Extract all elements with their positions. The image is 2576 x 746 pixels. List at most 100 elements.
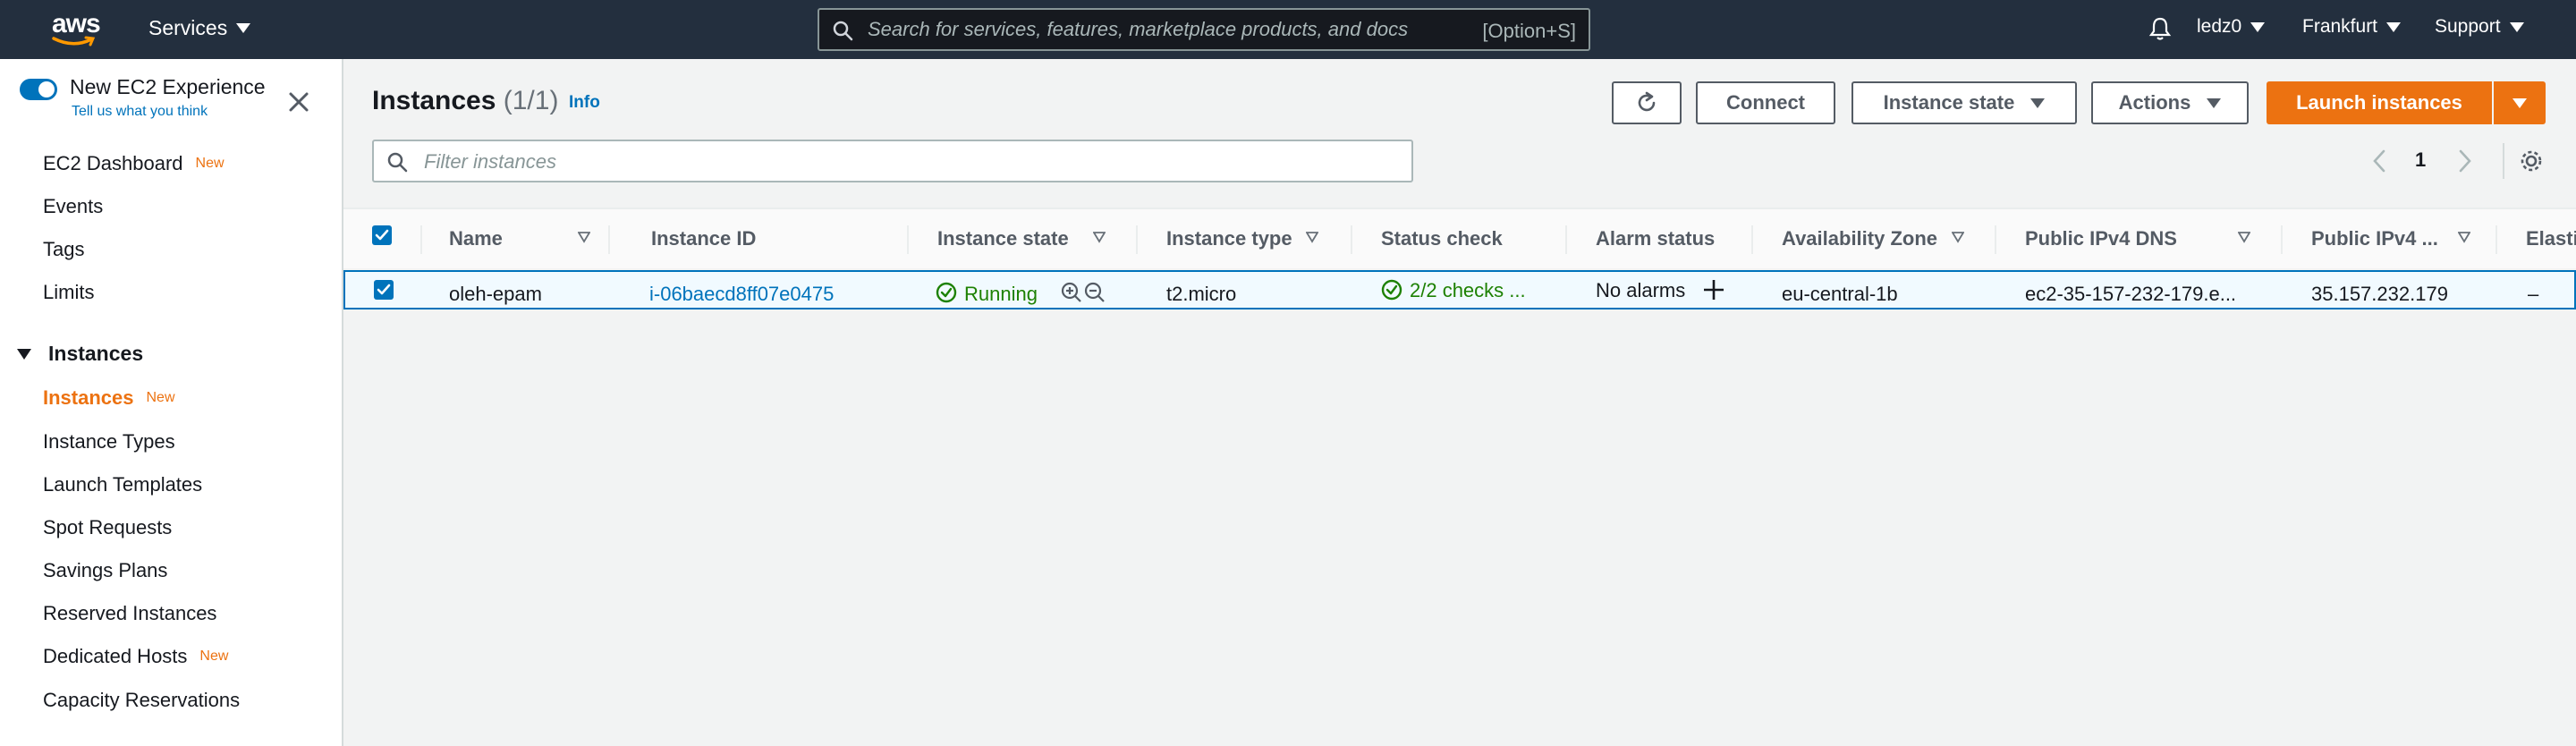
aws-logo-text: aws (52, 9, 101, 38)
column-header-instance-id[interactable]: Instance ID (651, 227, 756, 250)
sort-icon[interactable] (1093, 231, 1106, 243)
user-label: ledz0 (2197, 16, 2242, 37)
instances-table: Name Instance ID Instance state Instance… (343, 208, 2576, 746)
close-icon[interactable] (288, 91, 309, 113)
cell-availability-zone: eu-central-1b (1782, 283, 1898, 305)
check-circle-icon (1381, 279, 1402, 301)
new-badge: New (199, 649, 229, 664)
cell-elastic-ip: – (2528, 283, 2539, 305)
row-checkbox[interactable] (374, 280, 394, 300)
cell-status-check[interactable]: 2/2 checks ... (1410, 279, 1526, 302)
sort-icon[interactable] (1306, 231, 1318, 243)
refresh-button[interactable] (1612, 81, 1682, 124)
zoom-in-icon[interactable] (1061, 282, 1082, 303)
sidebar-item-launch-templates[interactable]: Launch Templates (43, 473, 202, 496)
support-label: Support (2435, 16, 2501, 37)
filter-instances-input[interactable] (422, 148, 1388, 176)
chevron-left-icon[interactable] (2370, 148, 2388, 174)
actions-button[interactable]: Actions (2091, 81, 2249, 124)
sidebar-item-label: Instances (43, 386, 134, 409)
page-number[interactable]: 1 (2415, 148, 2426, 172)
gear-icon[interactable] (2519, 148, 2544, 174)
new-experience-toggle[interactable] (20, 79, 57, 100)
cell-public-dns[interactable]: ec2-35-157-232-179.e... (2025, 283, 2236, 306)
region-menu[interactable]: Frankfurt (2302, 16, 2402, 38)
sort-icon[interactable] (2458, 231, 2470, 243)
cell-name[interactable]: oleh-epam (449, 283, 542, 306)
search-shortcut: [Option+S] (1482, 20, 1576, 42)
services-menu[interactable]: Services (148, 16, 251, 40)
column-header-name[interactable]: Name (449, 227, 503, 250)
sidebar-item-limits[interactable]: Limits (43, 281, 94, 304)
sidebar-item-instance-types[interactable]: Instance Types (43, 430, 175, 454)
sidebar-item-ec2-dashboard[interactable]: EC2 Dashboard New (43, 152, 225, 175)
column-header-instance-type[interactable]: Instance type (1166, 227, 1292, 250)
sort-icon[interactable] (578, 231, 590, 243)
caret-down-icon (2207, 97, 2222, 108)
sidebar-item-spot-requests[interactable]: Spot Requests (43, 516, 172, 539)
launch-instances-dropdown[interactable] (2494, 81, 2546, 124)
connect-button[interactable]: Connect (1696, 81, 1835, 124)
cell-instance-id[interactable]: i-06baecd8ff07e0475 (649, 283, 834, 306)
global-search-input[interactable] (866, 15, 1438, 44)
sidebar-item-savings-plans[interactable]: Savings Plans (43, 559, 167, 582)
column-header-status-check[interactable]: Status check (1381, 227, 1503, 250)
global-search[interactable]: [Option+S] (818, 8, 1590, 51)
column-header-availability-zone[interactable]: Availability Zone (1782, 227, 1937, 250)
sidebar-item-label: Savings Plans (43, 559, 168, 581)
chevron-right-icon[interactable] (2456, 148, 2474, 174)
sidebar-item-reserved-instances[interactable]: Reserved Instances (43, 602, 216, 625)
cell-instance-state: Running (964, 283, 1038, 305)
aws-smile-icon (52, 36, 96, 47)
select-all-checkbox[interactable] (372, 225, 392, 245)
notifications-button[interactable] (2148, 16, 2172, 41)
caret-down-icon (236, 23, 251, 33)
refresh-icon (1638, 91, 1656, 112)
column-separator (907, 225, 909, 254)
sidebar-item-label: Events (43, 195, 104, 217)
sidebar-group-instances[interactable]: Instances (16, 342, 143, 366)
column-header-public-dns[interactable]: Public IPv4 DNS (2025, 227, 2177, 250)
table-row[interactable]: oleh-epam i-06baecd8ff07e0475 Running t2… (343, 270, 2576, 309)
column-header-instance-state[interactable]: Instance state (937, 227, 1069, 250)
sidebar-item-dedicated-hosts[interactable]: Dedicated Hosts New (43, 645, 228, 668)
plus-icon[interactable] (1701, 277, 1726, 302)
cell-alarm-status: No alarms (1596, 279, 1686, 301)
search-icon (387, 152, 408, 173)
column-separator (2496, 225, 2497, 254)
aws-logo[interactable]: aws (48, 9, 107, 52)
sort-icon[interactable] (2238, 231, 2250, 243)
cell-public-ipv4[interactable]: 35.157.232.179 (2311, 283, 2448, 306)
zoom-out-icon[interactable] (1084, 282, 1106, 303)
sidebar-item-label: Launch Templates (43, 473, 203, 496)
sidebar-item-tags[interactable]: Tags (43, 238, 84, 261)
column-header-alarm-status[interactable]: Alarm status (1596, 227, 1715, 250)
instance-state-button[interactable]: Instance state (1852, 81, 2077, 124)
sidebar-item-capacity-reservations[interactable]: Capacity Reservations (43, 689, 240, 712)
new-badge: New (146, 390, 175, 405)
info-link[interactable]: Info (569, 93, 600, 113)
divider (2503, 143, 2504, 179)
tell-us-link[interactable]: Tell us what you think (72, 104, 208, 120)
caret-down-icon (2386, 21, 2402, 32)
support-menu[interactable]: Support (2435, 16, 2524, 38)
column-separator (2281, 225, 2283, 254)
column-separator (1995, 225, 1996, 254)
column-header-elastic-ip[interactable]: Elasti (2526, 227, 2576, 250)
column-header-public-ipv4[interactable]: Public IPv4 ... (2311, 227, 2438, 250)
caret-down-icon (2030, 97, 2046, 108)
column-separator (1136, 225, 1138, 254)
checkbox-icon (375, 229, 389, 241)
sidebar-item-events[interactable]: Events (43, 195, 103, 218)
actions-label: Actions (2118, 91, 2191, 114)
page-title: Instances (1/1) (372, 86, 558, 116)
new-badge: New (195, 156, 225, 171)
cell-instance-type: t2.micro (1166, 283, 1237, 305)
sort-icon[interactable] (1952, 231, 1964, 243)
launch-instances-button[interactable]: Launch instances (2267, 81, 2492, 124)
top-navigation: aws Services [Option+S] ledz0 Frankfurt … (0, 0, 2576, 59)
caret-down-icon (2509, 21, 2524, 32)
user-menu[interactable]: ledz0 (2197, 16, 2266, 38)
sidebar-item-instances[interactable]: Instances New (43, 386, 175, 410)
filter-instances[interactable] (372, 140, 1413, 182)
